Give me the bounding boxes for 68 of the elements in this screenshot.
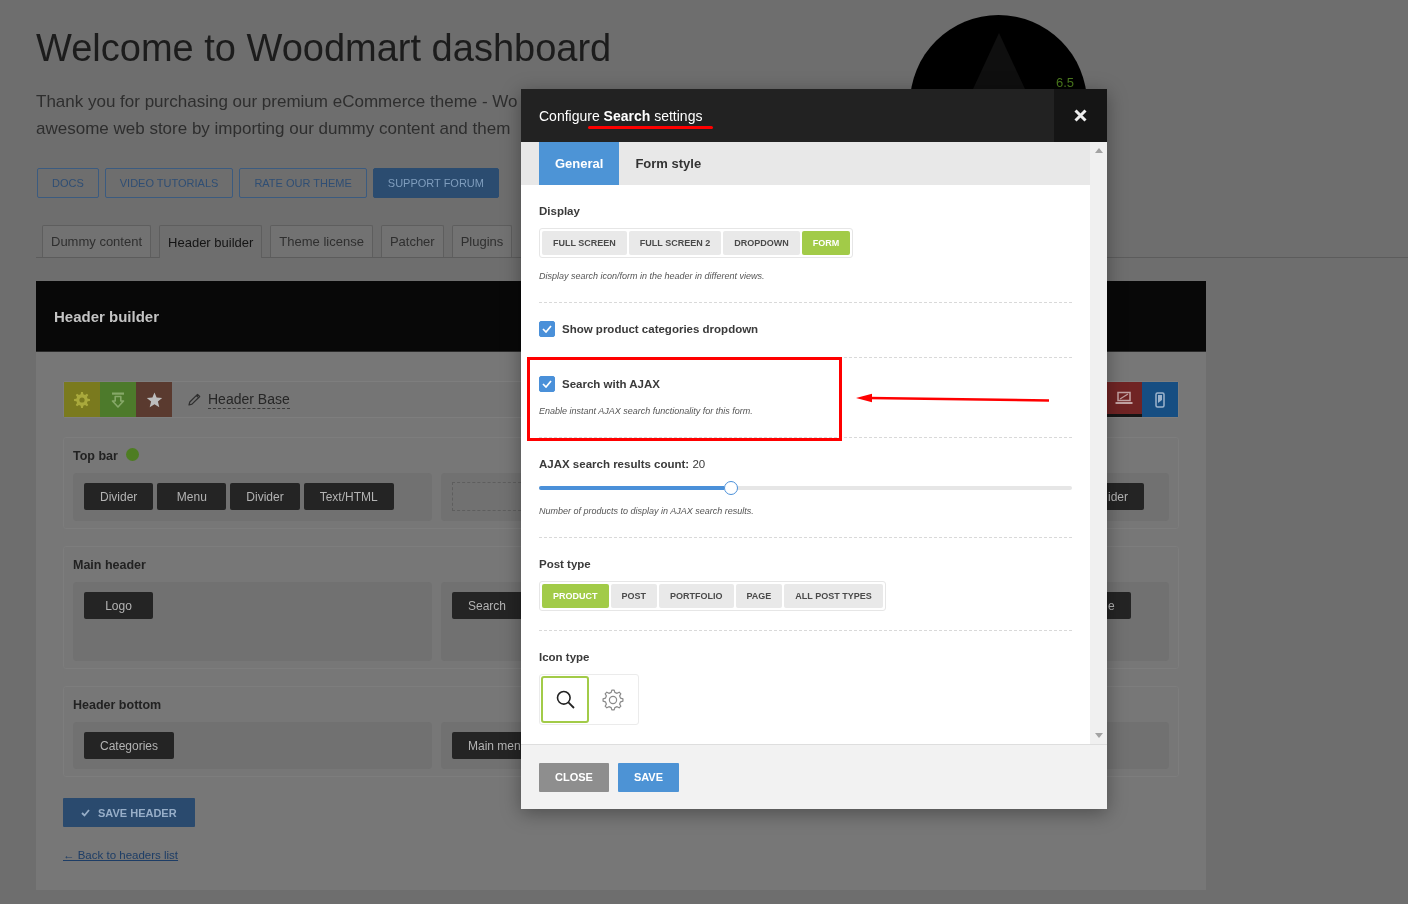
tab[interactable]: General [539, 142, 620, 185]
close-icon [1074, 109, 1087, 122]
segment-button[interactable]: FULL SCREEN [542, 231, 627, 255]
phone-icon [1155, 391, 1165, 408]
segment-button[interactable]: PAGE [735, 584, 783, 608]
element-button[interactable]: Divider [230, 483, 300, 510]
tab[interactable]: Form style [619, 142, 718, 185]
drop-area [1107, 722, 1169, 769]
section-title: Main header [73, 558, 146, 572]
header-name[interactable]: Header Base [208, 390, 290, 409]
field-label: AJAX search results count: [539, 458, 690, 470]
checkbox-label: Search with AJAX [562, 378, 660, 390]
check-icon [542, 380, 552, 388]
element-button[interactable]: Divider [84, 483, 154, 510]
checkbox[interactable] [539, 376, 555, 392]
segment-button[interactable]: ALL POST TYPES [784, 584, 883, 608]
slider-handle[interactable] [723, 481, 738, 495]
desktop-button[interactable] [1106, 382, 1142, 417]
check-icon [542, 325, 552, 333]
element-button[interactable]: e [1107, 592, 1131, 619]
panel-title: Header builder [54, 307, 160, 325]
star-icon [145, 391, 163, 408]
scroll-up-icon[interactable] [1094, 148, 1103, 153]
segment-button[interactable]: PORTFOLIO [659, 584, 734, 608]
section-title: Header bottom [73, 698, 162, 712]
tab[interactable]: Header builder [159, 225, 263, 258]
checkbox-label: Show product categories dropdown [562, 323, 759, 335]
dialog-title: Configure Search settings [539, 106, 703, 125]
element-button[interactable]: Text/HTML [303, 483, 394, 510]
save-header-button[interactable]: SAVE HEADER [63, 798, 195, 827]
mobile-button[interactable] [1142, 382, 1178, 417]
segment-button[interactable]: POST [610, 584, 657, 608]
segment-button[interactable]: DROPDOWN [723, 231, 800, 255]
checkbox[interactable] [539, 321, 555, 337]
segment-button[interactable]: FULL SCREEN 2 [628, 231, 722, 255]
element-button[interactable]: Categories [84, 732, 175, 759]
element-button[interactable]: Search [452, 592, 521, 619]
field-label: Display [539, 204, 580, 219]
field-value: 20 [692, 458, 706, 470]
intro-paragraph: Thank you for purchasing our premium eCommerce theme - Wo awesome web store by importing our dummy content and them [36, 90, 518, 140]
star-button[interactable] [136, 382, 172, 417]
icon-option[interactable] [541, 676, 589, 723]
gauge-reading: 6.5 [1056, 75, 1075, 90]
close-button[interactable] [1054, 89, 1107, 142]
page-title: Welcome to Woodmart dashboard [36, 26, 612, 71]
pencil-icon [188, 393, 201, 406]
section-title: Top bar [73, 449, 118, 463]
field-description: Display search icon/form in the header in different views. [539, 270, 765, 283]
element-button[interactable]: ider [1107, 483, 1144, 510]
scrollbar[interactable] [1090, 142, 1107, 744]
field-label: Icon type [539, 650, 590, 665]
field-label: Post type [539, 557, 591, 572]
element-button[interactable]: Logo [84, 592, 153, 619]
element-button[interactable]: Menu [157, 483, 227, 510]
settings-button[interactable] [64, 382, 100, 417]
gear-icon [74, 391, 90, 408]
scroll-down-icon[interactable] [1094, 733, 1103, 738]
field-description: Enable instant AJAX search functionality for this form. [539, 405, 753, 418]
save-button[interactable]: SAVE [617, 762, 680, 792]
laptop-icon [1115, 391, 1133, 405]
close-button[interactable]: CLOSE [539, 762, 609, 792]
check-icon [81, 808, 90, 817]
link-button[interactable]: SUPPORT FORUM [372, 168, 499, 198]
gear-icon [602, 688, 624, 711]
download-icon [111, 391, 125, 408]
field-description: Number of products to display in AJAX search results. [539, 505, 754, 518]
search-icon [555, 690, 575, 709]
element-button[interactable]: Main men [452, 732, 521, 759]
